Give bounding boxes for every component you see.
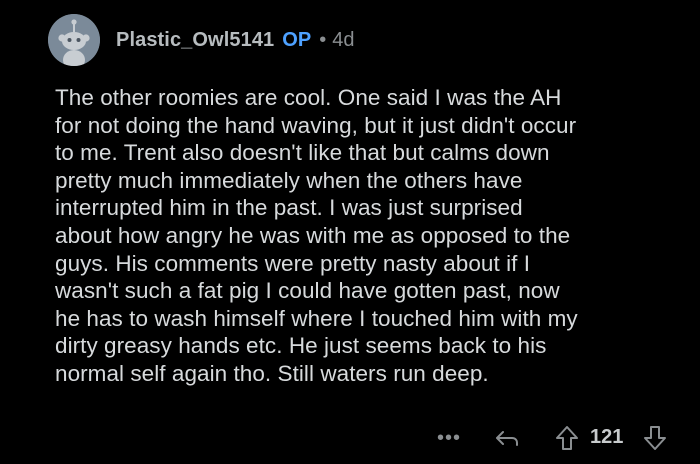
meta-separator: • xyxy=(319,28,327,51)
op-badge: OP xyxy=(282,28,312,51)
vote-score: 121 xyxy=(590,426,624,448)
comment-actions: ••• 121 xyxy=(0,420,700,454)
downvote-arrow-icon[interactable] xyxy=(641,424,669,452)
comment-age: 4d xyxy=(332,28,355,51)
comment: Plastic_Owl5141 OP • 4d The other roomie… xyxy=(0,0,700,464)
upvote-arrow-icon[interactable] xyxy=(553,424,581,452)
reddit-snoo-avatar-icon[interactable] xyxy=(48,14,100,66)
comment-body: The other roomies are cool. One said I w… xyxy=(55,85,578,386)
reply-arrow-icon[interactable] xyxy=(493,424,521,452)
author-username[interactable]: Plastic_Owl5141 xyxy=(116,29,274,52)
comment-header: Plastic_Owl5141 OP • 4d xyxy=(48,14,354,66)
more-options-icon[interactable]: ••• xyxy=(436,426,462,449)
more-options-label: ••• xyxy=(436,426,461,449)
